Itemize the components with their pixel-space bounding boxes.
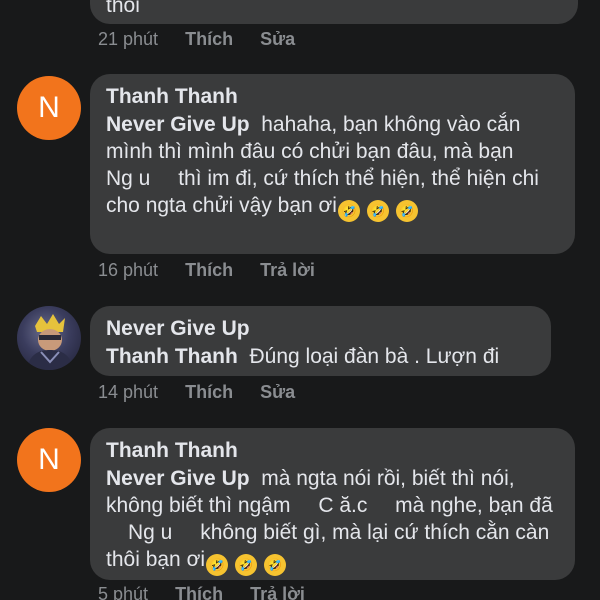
comment-author[interactable]: Never Give Up [106, 315, 535, 343]
comment-bubble-top: thôi [90, 0, 578, 24]
comment-text-part: C ă.c [318, 494, 368, 517]
comment-text-part: Ng u [128, 521, 173, 544]
comment-time: 5 phút [98, 584, 149, 600]
like-button[interactable]: Thích [185, 29, 233, 49]
comment-text-part: không biết gì, mà lại cứ thích cằn càn t… [106, 521, 550, 571]
mention-link[interactable]: Thanh Thanh [106, 345, 238, 368]
mention-link[interactable]: Never Give Up [106, 467, 250, 490]
reply-button[interactable]: Trả lời [250, 584, 305, 600]
like-button[interactable]: Thích [185, 382, 233, 402]
rofl-emoji-icon: 🤣 [337, 200, 360, 222]
comment-text: Never Give Up mà ngta nói rồi, biết thì … [106, 465, 559, 576]
like-button[interactable]: Thích [175, 584, 223, 600]
comments-screen: thôi 21 phút Thích Sửa N Thanh Thanh Nev… [0, 0, 600, 600]
comment-text: thôi [106, 0, 140, 17]
comment-actions-top: 21 phút Thích Sửa [98, 29, 317, 50]
comment-author[interactable]: Thanh Thanh [106, 83, 559, 111]
avatar-letter: N [38, 91, 60, 124]
rofl-emoji-icon: 🤣 [206, 554, 229, 576]
avatar[interactable]: N [17, 76, 81, 140]
edit-button[interactable]: Sửa [260, 382, 295, 402]
comment-actions: 14 phút Thích Sửa [98, 382, 317, 403]
edit-button[interactable]: Sửa [260, 29, 295, 49]
comment-actions: 5 phút Thích Trả lời [98, 584, 327, 600]
comment-bubble: Thanh Thanh Never Give Up hahaha, bạn kh… [90, 74, 575, 254]
comment-bubble: Thanh Thanh Never Give Up mà ngta nói rồ… [90, 428, 575, 580]
comment-time: 16 phút [98, 260, 159, 280]
rofl-emoji-icon: 🤣 [395, 200, 418, 222]
comment-text-part: mà nghe, bạn đã [395, 494, 553, 517]
comment-text: Never Give Up hahaha, bạn không vào cắn … [106, 111, 559, 222]
comment-text-part: thì im đi, cứ thích thể hiện, thể hiện c… [106, 167, 539, 217]
like-button[interactable]: Thích [185, 260, 233, 280]
avatar-letter: N [38, 443, 60, 476]
rofl-emoji-icon: 🤣 [263, 554, 286, 576]
avatar[interactable]: N [17, 428, 81, 492]
comment-actions: 16 phút Thích Trả lời [98, 260, 337, 281]
mention-link[interactable]: Never Give Up [106, 113, 250, 136]
reply-button[interactable]: Trả lời [260, 260, 315, 280]
comment-bubble: Never Give Up Thanh Thanh Đúng loại đàn … [90, 306, 551, 376]
comment-author[interactable]: Thanh Thanh [106, 437, 559, 465]
comment-text-part: Ng u [106, 167, 151, 190]
rofl-emoji-icon: 🤣 [366, 200, 389, 222]
rofl-emoji-icon: 🤣 [234, 554, 257, 576]
comment-time: 14 phút [98, 382, 159, 402]
comment-text: Thanh Thanh Đúng loại đàn bà . Lượn đi [106, 343, 535, 370]
comment-text-part: Đúng loại đàn bà . Lượn đi [249, 345, 500, 368]
comment-time: 21 phút [98, 29, 159, 49]
avatar[interactable] [17, 306, 81, 370]
profile-photo-icon [27, 314, 73, 370]
